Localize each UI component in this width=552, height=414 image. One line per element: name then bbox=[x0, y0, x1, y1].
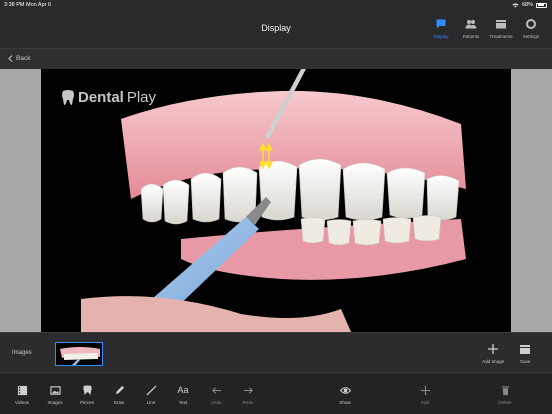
chevron-left-icon bbox=[8, 55, 13, 62]
pencil-icon bbox=[115, 385, 124, 395]
logo-text-thin: Play bbox=[126, 89, 157, 106]
film-icon bbox=[17, 385, 27, 396]
pieces-button[interactable]: Pieces bbox=[72, 385, 102, 405]
status-time: 3:38 PM bbox=[4, 2, 25, 8]
folder-save-icon bbox=[520, 345, 531, 354]
videos-button[interactable]: Videos bbox=[7, 385, 37, 405]
bottom-toolbar: Videos Images Pieces Draw Line Aa Text U… bbox=[0, 372, 552, 414]
show-label: Show bbox=[339, 400, 351, 405]
draw-label: Draw bbox=[113, 400, 125, 405]
chat-bubble-icon bbox=[436, 19, 446, 29]
sub-bar: Back bbox=[0, 48, 552, 69]
nav-treatments[interactable]: Treatments bbox=[486, 18, 516, 39]
wifi-icon bbox=[512, 3, 519, 7]
undo-button[interactable]: Undo bbox=[201, 385, 231, 405]
add-image-label: Add Image bbox=[482, 359, 505, 364]
nav-display[interactable]: Display bbox=[426, 18, 456, 39]
tooth-icon bbox=[82, 385, 92, 396]
nav-display-label: Display bbox=[433, 34, 449, 39]
trash-icon bbox=[501, 386, 509, 396]
nav-settings[interactable]: Settings bbox=[516, 18, 546, 39]
nav-treatments-label: Treatments bbox=[489, 34, 513, 39]
images-label: Images bbox=[12, 350, 32, 356]
line-label: Line bbox=[146, 400, 156, 405]
dentalplay-logo: Dental Play bbox=[61, 89, 156, 106]
arrow-right-icon bbox=[243, 387, 253, 394]
text-glyph-icon: Aa bbox=[177, 385, 189, 395]
redo-button[interactable]: Redo bbox=[233, 385, 263, 405]
status-right: 68% bbox=[512, 2, 547, 8]
delete-label: Delete bbox=[498, 400, 512, 405]
undo-label: Undo bbox=[210, 400, 222, 405]
draw-button[interactable]: Draw bbox=[104, 385, 134, 405]
add-button[interactable]: Add bbox=[410, 385, 440, 405]
battery-percent: 68% bbox=[521, 2, 533, 8]
add-image-button[interactable]: Add Image bbox=[482, 344, 504, 364]
tooth-logo-icon bbox=[62, 89, 74, 105]
text-label: Text bbox=[178, 400, 188, 405]
thumbnail-preview bbox=[56, 343, 102, 365]
nav-patients[interactable]: Patients bbox=[456, 18, 486, 39]
photo-icon bbox=[49, 386, 61, 395]
dental-illustration bbox=[81, 69, 466, 332]
line-icon bbox=[145, 385, 157, 396]
save-label: Save bbox=[520, 359, 531, 364]
images-button[interactable]: Images bbox=[40, 385, 70, 405]
nav-settings-label: Settings bbox=[522, 34, 540, 39]
plus-icon bbox=[488, 344, 499, 354]
image-thumbnail[interactable] bbox=[55, 342, 103, 366]
pieces-label: Pieces bbox=[80, 400, 94, 405]
arrow-left-icon bbox=[211, 387, 221, 394]
status-bar: 3:38 PM Mon Apr 6 68% bbox=[0, 0, 552, 10]
top-bar: Display Display Patients Treatments Sett… bbox=[0, 10, 552, 48]
images-tool-label: Images bbox=[47, 400, 63, 405]
add-label: Add bbox=[420, 400, 430, 405]
back-label: Back bbox=[16, 55, 31, 62]
display-stage: Dental Play bbox=[0, 69, 552, 332]
battery-icon bbox=[536, 2, 547, 8]
people-icon bbox=[465, 20, 477, 29]
text-button[interactable]: Aa Text bbox=[168, 385, 198, 405]
status-date: Mon Apr 6 bbox=[26, 2, 52, 8]
eye-icon bbox=[339, 387, 351, 394]
videos-label: Videos bbox=[15, 400, 29, 405]
top-nav: Display Patients Treatments Settings bbox=[426, 18, 546, 39]
images-strip: Images Add Image Save bbox=[0, 332, 552, 372]
delete-button[interactable]: Delete bbox=[490, 385, 520, 405]
folders-icon bbox=[496, 20, 506, 29]
line-button[interactable]: Line bbox=[136, 385, 166, 405]
plus-icon bbox=[420, 385, 430, 396]
nav-patients-label: Patients bbox=[462, 34, 480, 39]
show-button[interactable]: Show bbox=[330, 385, 360, 405]
redo-label: Redo bbox=[242, 400, 254, 405]
back-button[interactable]: Back bbox=[8, 55, 30, 62]
save-button[interactable]: Save bbox=[520, 344, 530, 364]
gear-icon bbox=[526, 19, 536, 29]
display-canvas[interactable]: Dental Play bbox=[41, 69, 511, 332]
logo-text-bold: Dental bbox=[78, 89, 124, 106]
